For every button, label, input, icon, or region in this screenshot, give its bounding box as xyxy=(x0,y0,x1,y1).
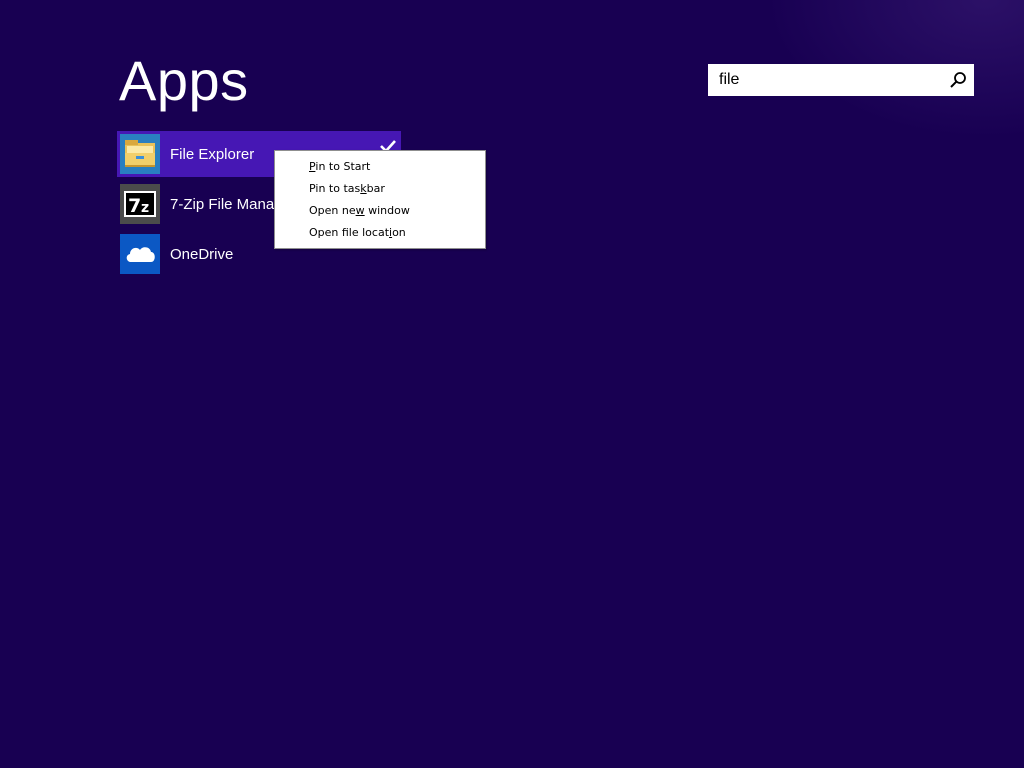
page-title: Apps xyxy=(119,49,249,112)
access-key: w xyxy=(355,204,365,217)
menu-item-label-pre: Pin to tas xyxy=(309,182,361,195)
onedrive-icon xyxy=(120,234,160,274)
menu-item-label-pre: Open ne xyxy=(309,204,356,217)
menu-item-open-file-location[interactable]: Open file location xyxy=(275,222,485,244)
search-box[interactable] xyxy=(708,64,974,96)
file-explorer-icon xyxy=(120,134,160,174)
context-menu: Pin to Start Pin to taskbar Open new win… xyxy=(274,150,486,249)
menu-item-label-post: in to Start xyxy=(315,160,371,173)
menu-item-label-post: on xyxy=(392,226,406,239)
svg-text:z: z xyxy=(141,200,149,216)
menu-item-label-post: window xyxy=(364,204,410,217)
app-label: File Explorer xyxy=(170,145,255,163)
menu-item-label-post: bar xyxy=(366,182,385,195)
menu-item-open-new-window[interactable]: Open new window xyxy=(275,200,485,222)
menu-item-pin-to-taskbar[interactable]: Pin to taskbar xyxy=(275,178,485,200)
search-input[interactable] xyxy=(708,64,944,96)
menu-item-label-pre: Open file locat xyxy=(309,226,390,239)
search-icon[interactable] xyxy=(948,70,968,90)
svg-text:7: 7 xyxy=(128,195,141,217)
menu-item-pin-to-start[interactable]: Pin to Start xyxy=(275,156,485,178)
7zip-icon: 7 z xyxy=(120,184,160,224)
app-label: OneDrive xyxy=(170,245,234,263)
